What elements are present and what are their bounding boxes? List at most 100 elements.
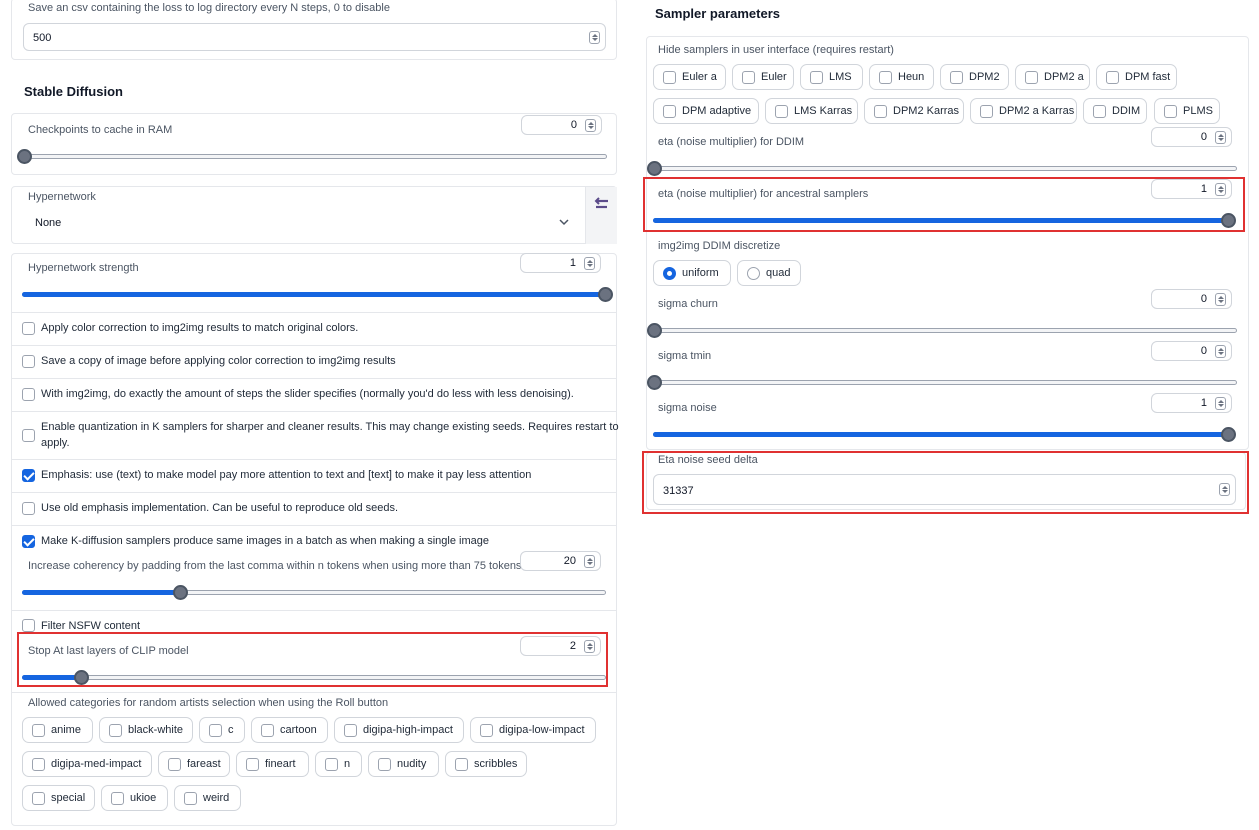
hypernet-strength-spinner-icon[interactable] (584, 257, 595, 270)
coherency-fill (22, 590, 181, 595)
exact-steps-checkbox[interactable] (22, 388, 35, 401)
pill-label: n (344, 758, 351, 770)
checkbox-icon (810, 71, 823, 84)
sigma-churn-spinner-icon[interactable] (1215, 293, 1226, 306)
coherency-input[interactable]: 20 (520, 551, 601, 571)
pill-label: DDIM (1112, 105, 1141, 117)
artist-category-digipa-high-impact[interactable]: digipa-high-impact (334, 717, 464, 743)
sigma-tmin-input[interactable]: 0 (1151, 341, 1232, 361)
sampler-parameters-title: Sampler parameters (655, 6, 781, 21)
k-diffusion-batch-checkbox[interactable] (22, 535, 35, 548)
old-emphasis-label: Use old emphasis implementation. Can be … (41, 502, 399, 514)
sigma-tmin-slider[interactable] (647, 375, 1237, 390)
csv-interval-input[interactable]: 500 (23, 23, 606, 51)
sampler-dpm-fast[interactable]: DPM fast (1096, 64, 1177, 90)
sampler-lms-karras[interactable]: LMS Karras (765, 98, 858, 124)
eta-ddim-thumb[interactable] (647, 161, 662, 176)
sigma-tmin-thumb[interactable] (647, 375, 662, 390)
checkpoints-label: Checkpoints to cache in RAM (28, 124, 173, 136)
save-before-correction-checkbox[interactable] (22, 355, 35, 368)
sampler-dpm2-a[interactable]: DPM2 a (1015, 64, 1090, 90)
nsfw-checkbox[interactable] (22, 619, 35, 632)
checkbox-icon (1025, 71, 1038, 84)
sigma-churn-slider[interactable] (647, 323, 1237, 338)
eta-ddim-input[interactable]: 0 (1151, 127, 1232, 147)
artist-category-ukioe[interactable]: ukioe (101, 785, 168, 811)
sigma-noise-thumb[interactable] (1221, 427, 1236, 442)
artist-category-fareast[interactable]: fareast (158, 751, 230, 777)
sampler-heun[interactable]: Heun (869, 64, 934, 90)
artist-category-black-white[interactable]: black-white (99, 717, 193, 743)
artist-category-n[interactable]: n (315, 751, 362, 777)
sigma-churn-thumb[interactable] (647, 323, 662, 338)
checkpoints-slider-thumb[interactable] (17, 149, 32, 164)
hypernet-strength-fill (22, 292, 605, 297)
hypernet-strength-input[interactable]: 1 (520, 253, 601, 273)
checkbox-icon (344, 724, 357, 737)
checkbox-icon (980, 105, 993, 118)
emphasis-checkbox[interactable] (22, 469, 35, 482)
radio-selected-icon (663, 267, 676, 280)
eta-ddim-slider[interactable] (647, 161, 1237, 176)
hide-samplers-label: Hide samplers in user interface (require… (658, 44, 894, 56)
highlight-box-clip (17, 632, 608, 687)
artist-category-digipa-low-impact[interactable]: digipa-low-impact (470, 717, 596, 743)
eta-ddim-spinner-icon[interactable] (1215, 131, 1226, 144)
checkbox-icon (663, 105, 676, 118)
coherency-spinner-icon[interactable] (584, 555, 595, 568)
checkbox-icon (261, 724, 274, 737)
sampler-plms[interactable]: PLMS (1154, 98, 1220, 124)
checkpoints-slider[interactable] (17, 149, 607, 164)
sampler-euler[interactable]: Euler (732, 64, 794, 90)
hypernetwork-label: Hypernetwork (28, 191, 96, 203)
checkpoints-panel: Checkpoints to cache in RAM 0 (11, 113, 617, 175)
sigma-noise-input[interactable]: 1 (1151, 393, 1232, 413)
checkbox-icon (1093, 105, 1106, 118)
sigma-tmin-label: sigma tmin (658, 350, 712, 362)
sampler-dpm2-a-karras[interactable]: DPM2 a Karras (970, 98, 1077, 124)
artist-category-digipa-med-impact[interactable]: digipa-med-impact (22, 751, 152, 777)
artist-category-special[interactable]: special (22, 785, 95, 811)
coherency-slider[interactable] (22, 585, 606, 600)
pill-label: Heun (898, 71, 925, 83)
hypernet-strength-thumb[interactable] (598, 287, 613, 302)
csv-spinner-icon[interactable] (589, 31, 600, 44)
radio-label: uniform (682, 267, 719, 279)
color-correction-checkbox[interactable] (22, 322, 35, 335)
hypernet-strength-slider[interactable] (22, 287, 613, 302)
artist-category-scribbles[interactable]: scribbles (445, 751, 527, 777)
artist-category-fineart[interactable]: fineart (236, 751, 309, 777)
sampler-dpm2[interactable]: DPM2 (940, 64, 1009, 90)
checkpoints-number-input[interactable]: 0 (521, 115, 602, 135)
pill-label: special (51, 792, 86, 804)
discretize-quad-option[interactable]: quad (737, 260, 801, 286)
sampler-euler-a[interactable]: Euler a (653, 64, 726, 90)
pill-label: weird (203, 792, 230, 804)
sigma-churn-input[interactable]: 0 (1151, 289, 1232, 309)
discretize-uniform-option[interactable]: uniform (653, 260, 731, 286)
artist-category-c[interactable]: c (199, 717, 245, 743)
checkpoints-spinner-icon[interactable] (585, 119, 596, 132)
checkbox-icon (1164, 105, 1177, 118)
sigma-noise-spinner-icon[interactable] (1215, 397, 1226, 410)
old-emphasis-checkbox[interactable] (22, 502, 35, 515)
sampler-dpm2-karras[interactable]: DPM2 Karras (864, 98, 964, 124)
pill-label: nudity (397, 758, 427, 770)
sampler-lms[interactable]: LMS (800, 64, 863, 90)
artist-category-weird[interactable]: weird (174, 785, 241, 811)
sigma-tmin-spinner-icon[interactable] (1215, 345, 1226, 358)
artist-category-nudity[interactable]: nudity (368, 751, 439, 777)
sampler-ddim[interactable]: DDIM (1083, 98, 1147, 124)
refresh-hypernetwork-button[interactable] (585, 187, 617, 244)
artist-category-cartoon[interactable]: cartoon (251, 717, 328, 743)
sigma-noise-slider[interactable] (653, 427, 1236, 442)
checkbox-icon (325, 758, 338, 771)
sigma-noise-label: sigma noise (658, 402, 717, 414)
quantization-checkbox[interactable] (22, 429, 35, 442)
emphasis-label: Emphasis: use (text) to make model pay m… (41, 469, 532, 481)
sampler-dpm-adaptive[interactable]: DPM adaptive (653, 98, 759, 124)
artist-category-anime[interactable]: anime (22, 717, 93, 743)
hypernetwork-dropdown[interactable]: None (23, 209, 575, 237)
k-diffusion-batch-label: Make K-diffusion samplers produce same i… (41, 535, 489, 547)
checkbox-icon (950, 71, 963, 84)
